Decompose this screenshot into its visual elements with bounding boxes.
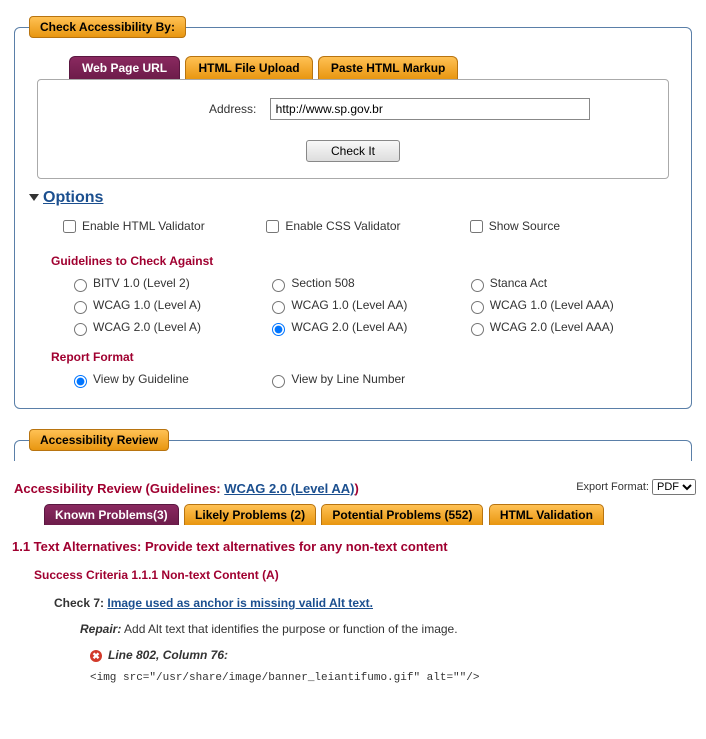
input-mode-tabs: Web Page URL HTML File Upload Paste HTML… — [69, 56, 677, 79]
error-ref: Line 802, Column 76 — [108, 648, 224, 662]
check-accessibility-fieldset: Check Accessibility By: Web Page URL HTM… — [14, 16, 692, 409]
address-input[interactable] — [270, 98, 590, 120]
tab-paste-html-markup[interactable]: Paste HTML Markup — [318, 56, 458, 79]
options-heading: Options — [43, 189, 103, 206]
tab-html-file-upload[interactable]: HTML File Upload — [185, 56, 312, 79]
guideline-stanca[interactable]: Stanca Act — [466, 276, 547, 290]
export-label: Export Format: — [576, 481, 649, 493]
enable-html-validator[interactable]: Enable HTML Validator — [59, 219, 205, 233]
check-link[interactable]: Image used as anchor is missing valid Al… — [107, 596, 373, 610]
tab-known-problems[interactable]: Known Problems(3) — [44, 504, 179, 525]
chevron-down-icon — [29, 194, 39, 201]
code-snippet: <img src="/usr/share/image/banner_leiant… — [90, 672, 696, 684]
guideline-wcag10-aaa[interactable]: WCAG 1.0 (Level AAA) — [466, 298, 614, 312]
report-by-guideline[interactable]: View by Guideline — [69, 372, 189, 386]
show-source-checkbox[interactable] — [470, 220, 483, 233]
show-source[interactable]: Show Source — [466, 219, 560, 233]
tab-potential-problems[interactable]: Potential Problems (552) — [321, 504, 483, 525]
guideline-wcag20-aaa[interactable]: WCAG 2.0 (Level AAA) — [466, 320, 614, 334]
export-format: Export Format: PDF — [576, 479, 696, 495]
report-format-heading: Report Format — [51, 350, 677, 364]
criteria-heading: Success Criteria 1.1.1 Non-text Content … — [34, 568, 696, 582]
review-title-suffix: ) — [355, 481, 359, 496]
address-panel: Address: Check It — [37, 79, 669, 179]
review-tabs: Known Problems(3) Likely Problems (2) Po… — [44, 504, 696, 525]
error-colon: : — [224, 648, 228, 662]
check-it-button[interactable]: Check It — [306, 140, 400, 162]
enable-css-validator-checkbox[interactable] — [266, 220, 279, 233]
guidelines-grid: BITV 1.0 (Level 2) Section 508 Stanca Ac… — [29, 276, 677, 336]
guideline-section508[interactable]: Section 508 — [267, 276, 354, 290]
repair-text: Add Alt text that identifies the purpose… — [121, 622, 457, 636]
options-toggle[interactable]: Options — [29, 189, 677, 207]
export-format-select[interactable]: PDF — [652, 479, 696, 495]
review-legend: Accessibility Review — [29, 429, 169, 451]
validator-row: Enable HTML Validator Enable CSS Validat… — [29, 213, 677, 240]
review-guideline-link[interactable]: WCAG 2.0 (Level AA) — [224, 481, 354, 496]
address-label: Address: — [116, 102, 256, 116]
error-icon: ✖ — [90, 650, 102, 662]
check-line: Check 7: Image used as anchor is missing… — [54, 596, 696, 610]
guideline-wcag20-aa[interactable]: WCAG 2.0 (Level AA) — [267, 320, 407, 334]
guidelines-heading: Guidelines to Check Against — [51, 254, 677, 268]
tab-web-page-url[interactable]: Web Page URL — [69, 56, 180, 79]
enable-html-validator-checkbox[interactable] — [63, 220, 76, 233]
tab-html-validation[interactable]: HTML Validation — [489, 504, 604, 525]
report-by-line[interactable]: View by Line Number — [267, 372, 405, 386]
enable-css-validator[interactable]: Enable CSS Validator — [262, 219, 400, 233]
guideline-bitv[interactable]: BITV 1.0 (Level 2) — [69, 276, 190, 290]
guideline-wcag10-a[interactable]: WCAG 1.0 (Level A) — [69, 298, 201, 312]
tab-likely-problems[interactable]: Likely Problems (2) — [184, 504, 316, 525]
guideline-heading: 1.1 Text Alternatives: Provide text alte… — [12, 539, 696, 554]
guideline-wcag20-a[interactable]: WCAG 2.0 (Level A) — [69, 320, 201, 334]
check-label: Check 7: — [54, 596, 107, 610]
error-location: ✖ Line 802, Column 76: — [90, 648, 696, 662]
guideline-wcag10-aa[interactable]: WCAG 1.0 (Level AA) — [267, 298, 407, 312]
repair-line: Repair: Add Alt text that identifies the… — [80, 622, 696, 636]
repair-label: Repair: — [80, 622, 121, 636]
review-header: Export Format: PDF Accessibility Review … — [14, 481, 696, 496]
check-legend: Check Accessibility By: — [29, 16, 186, 38]
accessibility-review-fieldset: Accessibility Review — [14, 429, 692, 461]
review-title-prefix: Accessibility Review (Guidelines: — [14, 481, 224, 496]
